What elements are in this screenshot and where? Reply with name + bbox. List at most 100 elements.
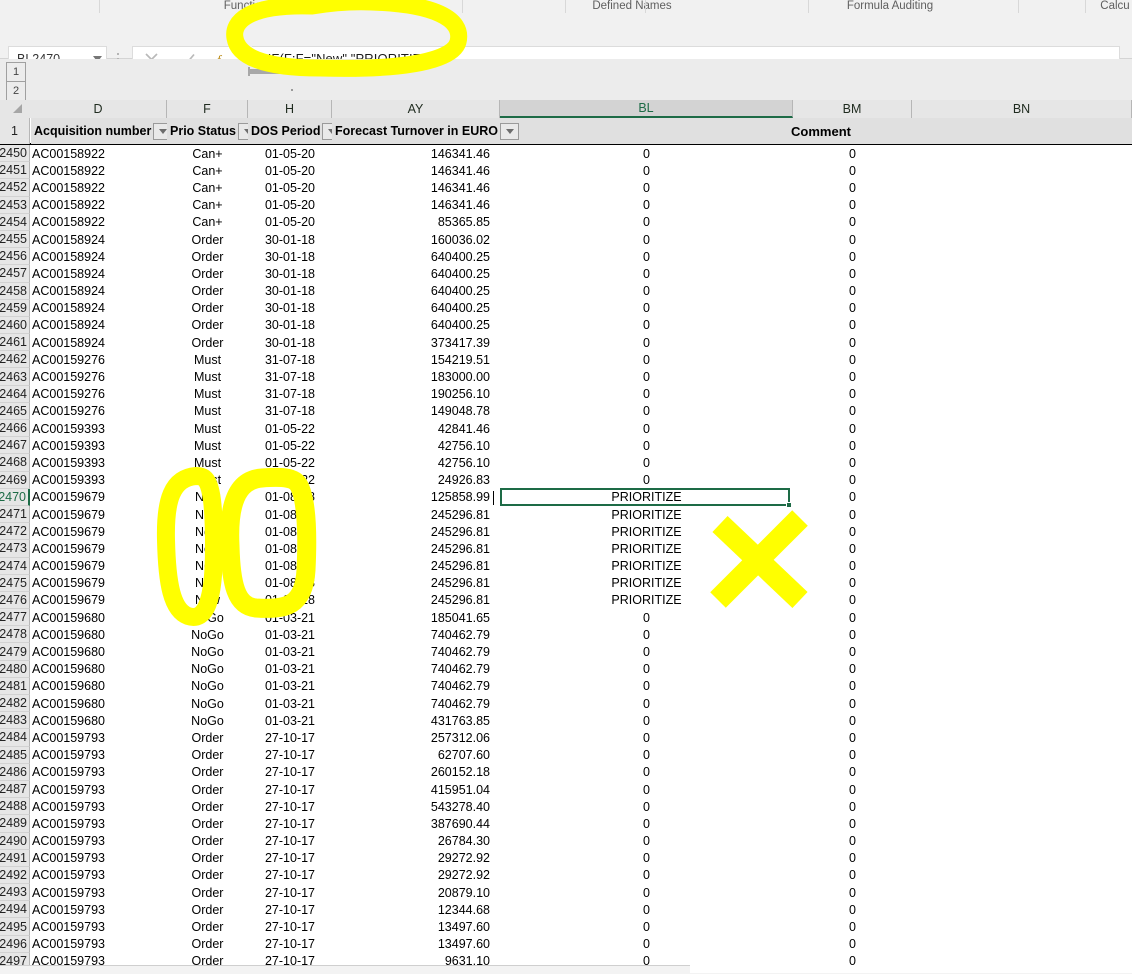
- cell-comment-bl[interactable]: PRIORITIZE: [500, 540, 793, 557]
- row-header-2485[interactable]: 2485: [0, 746, 30, 764]
- table-row[interactable]: 2452 AC00158922 Can+ 01-05-20 146341.46 0 0: [0, 179, 1132, 197]
- table-row[interactable]: 2453 AC00158922 Can+ 01-05-20 146341.46 0 0: [0, 196, 1132, 214]
- cell-acquisition-number[interactable]: AC00159793: [32, 729, 167, 746]
- cell-acquisition-number[interactable]: AC00159793: [32, 936, 167, 953]
- cell-prio-status[interactable]: New: [167, 489, 248, 506]
- cell-comment-bl[interactable]: 0: [500, 214, 793, 231]
- cell-acquisition-number[interactable]: AC00159680: [32, 626, 167, 643]
- cell-dos-period[interactable]: 01-03-21: [248, 626, 332, 643]
- cell-forecast-turnover[interactable]: 257312.06: [332, 729, 495, 746]
- cell-comment-bl[interactable]: 0: [500, 317, 793, 334]
- cell-forecast-turnover[interactable]: 190256.10: [332, 386, 495, 403]
- cell-forecast-turnover[interactable]: 20879.10: [332, 884, 495, 901]
- cell-prio-status[interactable]: Must: [167, 386, 248, 403]
- cell-forecast-turnover[interactable]: 543278.40: [332, 798, 495, 815]
- cell-acquisition-number[interactable]: AC00158922: [32, 214, 167, 231]
- cell-forecast-turnover[interactable]: 154219.51: [332, 351, 495, 368]
- fill-handle[interactable]: [786, 502, 792, 508]
- cell-prio-status[interactable]: Order: [167, 764, 248, 781]
- select-all-corner[interactable]: [0, 100, 31, 118]
- cell-prio-status[interactable]: Must: [167, 454, 248, 471]
- table-row[interactable]: 2495 AC00159793 Order 27-10-17 13497.60 0 0: [0, 918, 1132, 936]
- row-header-2471[interactable]: 2471: [0, 505, 30, 524]
- cell-acquisition-number[interactable]: AC00158922: [32, 162, 167, 179]
- cell-prio-status[interactable]: Order: [167, 936, 248, 953]
- row-header-2486[interactable]: 2486: [0, 763, 30, 781]
- row-header-2480[interactable]: 2480: [0, 660, 30, 678]
- cell-comment-bl[interactable]: 0: [500, 454, 793, 471]
- cell-comment-bl[interactable]: PRIORITIZE: [500, 558, 793, 575]
- cell-forecast-turnover[interactable]: 29272.92: [332, 850, 495, 867]
- cell-comment-bm[interactable]: 0: [793, 884, 912, 901]
- column-header-D[interactable]: D: [30, 100, 167, 118]
- cell-comment-bm[interactable]: 0: [793, 454, 912, 471]
- cell-comment-bl[interactable]: 0: [500, 472, 793, 489]
- cell-acquisition-number[interactable]: AC00159680: [32, 695, 167, 712]
- cell-comment-bl[interactable]: 0: [500, 815, 793, 832]
- cell-acquisition-number[interactable]: AC00158924: [32, 265, 167, 282]
- cell-acquisition-number[interactable]: AC00159793: [32, 833, 167, 850]
- cell-dos-period[interactable]: 27-10-17: [248, 747, 332, 764]
- cell-prio-status[interactable]: Can+: [167, 179, 248, 196]
- table-row[interactable]: 2494 AC00159793 Order 27-10-17 12344.68 0 0: [0, 901, 1132, 919]
- cell-comment-bm[interactable]: 0: [793, 643, 912, 660]
- cell-comment-bl[interactable]: 0: [500, 145, 793, 162]
- cell-dos-period[interactable]: 01-05-22: [248, 454, 332, 471]
- cell-prio-status[interactable]: Must: [167, 351, 248, 368]
- cell-forecast-turnover[interactable]: 146341.46: [332, 197, 495, 214]
- cell-prio-status[interactable]: New: [167, 558, 248, 575]
- cell-acquisition-number[interactable]: AC00159793: [32, 764, 167, 781]
- table-row[interactable]: 2455 AC00158924 Order 30-01-18 160036.02 0 0: [0, 230, 1132, 249]
- row-header-2478[interactable]: 2478: [0, 626, 30, 644]
- cell-forecast-turnover[interactable]: 260152.18: [332, 764, 495, 781]
- table-row[interactable]: 2474 AC00159679 New 01-08-18 245296.81 PRIORI…: [0, 557, 1132, 575]
- table-row[interactable]: 2493 AC00159793 Order 27-10-17 20879.10 0 0: [0, 884, 1132, 902]
- cell-comment-bl[interactable]: 0: [500, 403, 793, 420]
- cell-acquisition-number[interactable]: AC00159793: [32, 867, 167, 884]
- cell-comment-bm[interactable]: 0: [793, 540, 912, 557]
- row-header-2464[interactable]: 2464: [0, 385, 30, 403]
- cell-comment-bl[interactable]: 0: [500, 609, 793, 626]
- cell-acquisition-number[interactable]: AC00159793: [32, 747, 167, 764]
- row-header-2494[interactable]: 2494: [0, 901, 30, 919]
- cell-prio-status[interactable]: Order: [167, 815, 248, 832]
- cell-forecast-turnover[interactable]: 415951.04: [332, 781, 495, 798]
- row-header-2467[interactable]: 2467: [0, 437, 30, 455]
- cell-acquisition-number[interactable]: AC00158922: [32, 145, 167, 162]
- cell-prio-status[interactable]: NoGo: [167, 609, 248, 626]
- cell-dos-period[interactable]: 27-10-17: [248, 815, 332, 832]
- row-header-2496[interactable]: 2496: [0, 935, 30, 953]
- cell-prio-status[interactable]: Order: [167, 901, 248, 918]
- cell-prio-status[interactable]: New: [167, 523, 248, 540]
- table-row[interactable]: 2468 AC00159393 Must 01-05-22 42756.10 0 0: [0, 454, 1132, 472]
- column-header-AY[interactable]: AY: [332, 100, 500, 118]
- cell-acquisition-number[interactable]: AC00159680: [32, 609, 167, 626]
- cell-prio-status[interactable]: New: [167, 506, 248, 523]
- cell-comment-bl[interactable]: 0: [500, 420, 793, 437]
- cell-comment-bm[interactable]: 0: [793, 351, 912, 368]
- cell-prio-status[interactable]: Order: [167, 747, 248, 764]
- cell-forecast-turnover[interactable]: 373417.39: [332, 334, 495, 351]
- cell-dos-period[interactable]: 01-03-21: [248, 643, 332, 660]
- cell-prio-status[interactable]: Order: [167, 300, 248, 317]
- cell-acquisition-number[interactable]: AC00158924: [32, 283, 167, 300]
- cell-forecast-turnover[interactable]: 42756.10: [332, 437, 495, 454]
- cell-comment-bm[interactable]: 0: [793, 575, 912, 592]
- row-header-2483[interactable]: 2483: [0, 712, 30, 730]
- cell-prio-status[interactable]: NoGo: [167, 643, 248, 660]
- table-row[interactable]: 2461 AC00158924 Order 30-01-18 373417.39 0 0: [0, 334, 1132, 352]
- table-row[interactable]: 2483 AC00159680 NoGo 01-03-21 431763.85 0 0: [0, 712, 1132, 730]
- cell-dos-period[interactable]: 27-10-17: [248, 884, 332, 901]
- table-row[interactable]: 2470 AC00159679 New 01-08-18 125858.99 PRIORI…: [0, 488, 1132, 506]
- cell-acquisition-number[interactable]: AC00159679: [32, 592, 167, 609]
- cell-comment-bl[interactable]: 0: [500, 936, 793, 953]
- cell-dos-period[interactable]: 01-08-18: [248, 558, 332, 575]
- cell-forecast-turnover[interactable]: 146341.46: [332, 162, 495, 179]
- cell-prio-status[interactable]: NoGo: [167, 712, 248, 729]
- cell-forecast-turnover[interactable]: 12344.68: [332, 901, 495, 918]
- table-row[interactable]: 2479 AC00159680 NoGo 01-03-21 740462.79 0 0: [0, 643, 1132, 661]
- cell-comment-bl[interactable]: 0: [500, 437, 793, 454]
- table-row[interactable]: 2475 AC00159679 New 01-08-18 245296.81 PRIORI…: [0, 574, 1132, 592]
- cell-acquisition-number[interactable]: AC00159393: [32, 420, 167, 437]
- cell-dos-period[interactable]: 31-07-18: [248, 386, 332, 403]
